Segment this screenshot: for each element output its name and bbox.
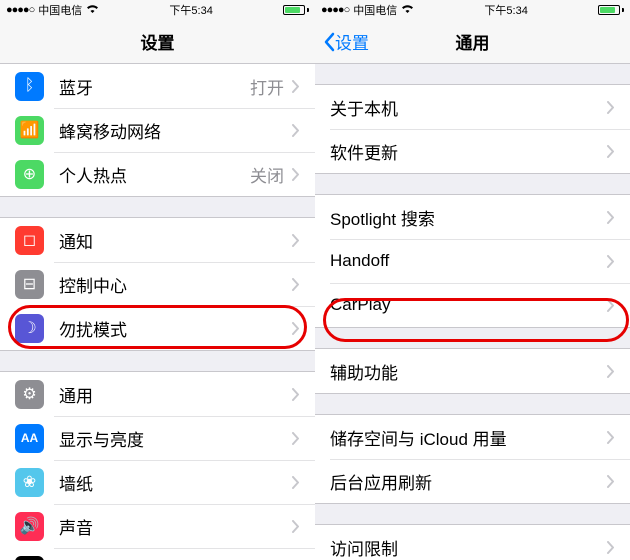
settings-row-control[interactable]: ⊟ 控制中心 xyxy=(0,262,315,306)
dnd-icon: ☽ xyxy=(15,314,44,343)
sound-icon: 🔊 xyxy=(15,512,44,541)
settings-row-general[interactable]: ⚙ 通用 xyxy=(0,372,315,416)
page-title: 设置 xyxy=(141,29,175,54)
display-icon: AA xyxy=(15,424,44,453)
chevron-right-icon xyxy=(607,211,615,224)
settings-row-wallpaper[interactable]: ❀ 墙纸 xyxy=(0,460,315,504)
row-label: 访问限制 xyxy=(330,535,607,560)
chevron-right-icon xyxy=(292,520,300,533)
row-label: 软件更新 xyxy=(330,139,607,164)
general-row[interactable]: 储存空间与 iCloud 用量 xyxy=(315,415,630,459)
battery-icon xyxy=(283,5,309,15)
general-list: 关于本机软件更新 Spotlight 搜索 Handoff CarPlay 辅助功能储存… xyxy=(315,64,630,560)
back-label: 设置 xyxy=(335,29,369,54)
chevron-right-icon xyxy=(292,388,300,401)
control-icon: ⊟ xyxy=(15,270,44,299)
row-label: 墙纸 xyxy=(59,470,292,495)
general-row[interactable]: Handoff xyxy=(315,239,630,283)
row-label: 声音 xyxy=(59,514,292,539)
status-bar: ●●●●○ 中国电信 下午5:34 xyxy=(0,0,315,20)
settings-row-sound[interactable]: 🔊 声音 xyxy=(0,504,315,548)
settings-row-dnd[interactable]: ☽ 勿扰模式 xyxy=(0,306,315,350)
row-value: 关闭 xyxy=(250,162,284,187)
carrier-label: 中国电信 xyxy=(353,2,397,18)
status-time: 下午5:34 xyxy=(169,2,212,18)
row-label: 辅助功能 xyxy=(330,359,607,384)
chevron-right-icon xyxy=(607,299,615,312)
battery-icon xyxy=(598,5,624,15)
row-label: CarPlay xyxy=(330,295,607,315)
settings-row-bluetooth[interactable]: ᛒ 蓝牙打开 xyxy=(0,64,315,108)
chevron-right-icon xyxy=(607,475,615,488)
hotspot-icon: ⊕ xyxy=(15,160,44,189)
row-value: 打开 xyxy=(250,74,284,99)
status-time: 下午5:34 xyxy=(484,2,527,18)
general-pane: ●●●●○ 中国电信 下午5:34 设置 通用 关于本机软件更新 Spotligh… xyxy=(315,0,630,560)
row-label: Spotlight 搜索 xyxy=(330,205,607,230)
general-row[interactable]: 后台应用刷新 xyxy=(315,459,630,503)
chevron-right-icon xyxy=(607,101,615,114)
settings-row-hotspot[interactable]: ⊕ 个人热点关闭 xyxy=(0,152,315,196)
chevron-right-icon xyxy=(607,145,615,158)
chevron-right-icon xyxy=(292,476,300,489)
carrier-label: 中国电信 xyxy=(38,2,82,18)
signal-dots: ●●●●○ xyxy=(321,4,349,16)
chevron-right-icon xyxy=(292,80,300,93)
chevron-right-icon xyxy=(292,234,300,247)
notifications-icon: ◻ xyxy=(15,226,44,255)
chevron-right-icon xyxy=(292,432,300,445)
chevron-right-icon xyxy=(607,541,615,554)
signal-dots: ●●●●○ xyxy=(6,4,34,16)
wifi-icon xyxy=(401,4,414,16)
bluetooth-icon: ᛒ xyxy=(15,72,44,101)
row-label: 后台应用刷新 xyxy=(330,469,607,494)
general-row[interactable]: 软件更新 xyxy=(315,129,630,173)
settings-pane: ●●●●○ 中国电信 下午5:34 设置 ᛒ 蓝牙打开 📶 蜂窝移动网络 ⊕ 个人热点关闭… xyxy=(0,0,315,560)
nav-bar: 设置 通用 xyxy=(315,20,630,64)
chevron-right-icon xyxy=(292,278,300,291)
general-row[interactable]: 辅助功能 xyxy=(315,349,630,393)
row-label: 显示与亮度 xyxy=(59,426,292,451)
chevron-right-icon xyxy=(607,365,615,378)
row-label: 蓝牙 xyxy=(59,74,250,99)
chevron-right-icon xyxy=(292,168,300,181)
row-label: 通知 xyxy=(59,228,292,253)
row-label: 通用 xyxy=(59,382,292,407)
settings-row-cellular[interactable]: 📶 蜂窝移动网络 xyxy=(0,108,315,152)
settings-row-notifications[interactable]: ◻ 通知 xyxy=(0,218,315,262)
chevron-right-icon xyxy=(607,431,615,444)
back-button[interactable]: 设置 xyxy=(323,29,369,54)
siri-icon: ◉ xyxy=(15,556,44,560)
page-title: 通用 xyxy=(456,29,490,54)
settings-row-siri[interactable]: ◉Siri xyxy=(0,548,315,560)
general-row[interactable]: CarPlay xyxy=(315,283,630,327)
general-row[interactable]: 访问限制 xyxy=(315,525,630,560)
settings-list: ᛒ 蓝牙打开 📶 蜂窝移动网络 ⊕ 个人热点关闭 ◻ 通知 ⊟ 控制中心 ☽ 勿扰模式 ⚙ 通用 AA 显示与… xyxy=(0,64,315,560)
row-label: 储存空间与 iCloud 用量 xyxy=(330,425,607,450)
chevron-right-icon xyxy=(292,322,300,335)
wifi-icon xyxy=(86,4,99,16)
general-row[interactable]: 关于本机 xyxy=(315,85,630,129)
nav-bar: 设置 xyxy=(0,20,315,64)
row-label: 控制中心 xyxy=(59,272,292,297)
chevron-right-icon xyxy=(292,124,300,137)
row-label: Handoff xyxy=(330,251,607,271)
row-label: 勿扰模式 xyxy=(59,316,292,341)
row-label: 个人热点 xyxy=(59,162,250,187)
cellular-icon: 📶 xyxy=(15,116,44,145)
general-row[interactable]: Spotlight 搜索 xyxy=(315,195,630,239)
row-label: 关于本机 xyxy=(330,95,607,120)
settings-row-display[interactable]: AA 显示与亮度 xyxy=(0,416,315,460)
status-bar: ●●●●○ 中国电信 下午5:34 xyxy=(315,0,630,20)
wallpaper-icon: ❀ xyxy=(15,468,44,497)
row-label: 蜂窝移动网络 xyxy=(59,118,292,143)
chevron-right-icon xyxy=(607,255,615,268)
general-icon: ⚙ xyxy=(15,380,44,409)
